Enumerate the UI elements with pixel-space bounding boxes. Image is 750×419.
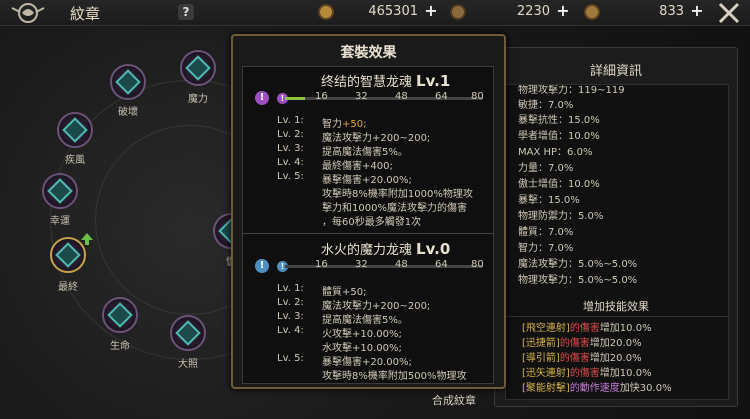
level-effect: 魔法攻擊力+200~200; xyxy=(322,301,431,312)
set-effect-list[interactable]: 终结的智慧龙魂 Lv.1 ! ! 16 32 48 64 80 Lv. 1: 智力… xyxy=(242,66,494,384)
level-effect: 攻擊時8%機率附加1000%物理攻 xyxy=(322,189,473,200)
level-label: Lv. 3: xyxy=(277,311,304,322)
progress-tick: 48 xyxy=(395,259,408,270)
stat-row: 魔法攻擊力：5.0%~5.0% xyxy=(518,259,638,270)
add-gold-button[interactable]: + xyxy=(424,3,438,19)
emblem-label: 生命 xyxy=(110,341,130,352)
skill-effect-row: [迅捷箭]的傷害增加20.0% xyxy=(522,338,642,349)
stat-list[interactable]: 物理攻擊力：119~119 敏捷：7.0% 暴擊抗性：15.0% 學者增值：10… xyxy=(505,84,729,334)
level-label: Lv. 2: xyxy=(277,297,304,308)
emblem-node-break[interactable] xyxy=(110,64,146,100)
gem-coin-icon xyxy=(584,4,600,20)
level-label: Lv. 1: xyxy=(277,283,304,294)
emblem-label: 大照 xyxy=(178,359,198,370)
level-effect: 提高魔法傷害5%。 xyxy=(322,315,408,326)
gem-amount: 833 xyxy=(659,4,684,19)
level-effect: 暴擊傷害+20.00%; xyxy=(322,357,412,368)
set-effect-popup: 套裝效果 终结的智慧龙魂 Lv.1 ! ! 16 32 48 64 80 Lv. … xyxy=(231,34,506,389)
stat-row: 學者增值：10.0% xyxy=(518,131,600,142)
level-label: Lv. 3: xyxy=(277,143,304,154)
gold-amount: 465301 xyxy=(368,4,418,19)
level-label: Lv. 1: xyxy=(277,115,304,126)
progress-tick: 64 xyxy=(435,91,448,102)
skill-effect-row: [導引箭]的傷害增加20.0% xyxy=(522,353,642,364)
level-effect: 最終傷害+400; xyxy=(322,161,393,172)
set-name: 终结的智慧龙魂 Lv.1 xyxy=(321,72,451,90)
progress-tick: 80 xyxy=(471,91,484,102)
detail-panel: 詳細資訊 物理攻擊力：119~119 敏捷：7.0% 暴擊抗性：15.0% 學者… xyxy=(494,47,738,407)
progress-tick: 80 xyxy=(471,259,484,270)
gold-coin-icon xyxy=(318,4,334,20)
stat-row: 敏捷：7.0% xyxy=(518,100,574,111)
level-effect: 火攻擊+10.00%; xyxy=(322,329,402,340)
top-bar: 紋章 ? 465301 + 2230 + 833 + xyxy=(0,0,750,26)
level-effect: 魔法攻擊力+200~200; xyxy=(322,133,431,144)
progress-tick: 16 xyxy=(315,259,328,270)
upgrade-arrow-icon xyxy=(81,233,93,245)
emblem-node-life[interactable] xyxy=(102,297,138,333)
level-effect: 智力+50; xyxy=(322,119,367,130)
set-progress-fill xyxy=(285,97,305,100)
progress-tick: 32 xyxy=(355,259,368,270)
skill-effects-title: 增加技能效果 xyxy=(583,300,649,313)
level-label: Lv. 2: xyxy=(277,129,304,140)
emblem-label: 魔力 xyxy=(188,94,208,105)
emblem-label: 破壞 xyxy=(118,107,138,118)
stat-row: 體質：7.0% xyxy=(518,227,574,238)
level-label: Lv. 5: xyxy=(277,353,304,364)
skill-effect-row: [聚能射擊]的動作速度加快30.0% xyxy=(522,383,672,394)
add-gem-button[interactable]: + xyxy=(690,3,704,19)
emblem-node-magic[interactable] xyxy=(180,50,216,86)
progress-tick: 48 xyxy=(395,91,408,102)
emblem-label: 幸運 xyxy=(50,216,70,227)
stat-row: 物理攻擊力：5.0%~5.0% xyxy=(518,275,638,286)
popup-title: 套裝效果 xyxy=(340,45,397,61)
stat-row: 傲士增值：10.0% xyxy=(518,179,600,190)
help-button[interactable]: ? xyxy=(178,4,194,20)
skill-effect-row: [迅矢連射]的傷害增加10.0% xyxy=(522,368,652,379)
token-icon xyxy=(450,4,466,20)
level-effect: 攻擊時8%機率附加500%物理攻 xyxy=(322,371,467,382)
level-effect: 水攻擊+10.00%; xyxy=(322,343,402,354)
page-title: 紋章 xyxy=(70,5,101,23)
detail-title: 詳細資訊 xyxy=(589,64,642,79)
set-badge-icon: ! xyxy=(255,91,269,105)
add-token-button[interactable]: + xyxy=(556,3,570,19)
stat-row: MAX HP：6.0% xyxy=(518,147,593,158)
emblem-label: 疾風 xyxy=(65,155,85,166)
level-label: Lv. 5: xyxy=(277,171,304,182)
skill-effect-row: [飛空連射]的傷害增加10.0% xyxy=(522,323,652,334)
skill-effects-list[interactable]: [飛空連射]的傷害增加10.0% [迅捷箭]的傷害增加20.0% [導引箭]的傷… xyxy=(505,316,729,400)
stat-row: 力量：7.0% xyxy=(518,163,574,174)
stat-row: 物理防禦力：5.0% xyxy=(518,211,604,222)
compose-emblem-button[interactable]: 合成紋章 xyxy=(432,392,476,408)
stat-row: 智力：7.0% xyxy=(518,243,574,254)
emblem-node-shine[interactable] xyxy=(170,315,206,351)
divider xyxy=(243,233,493,234)
set-badge-icon: ! xyxy=(255,259,269,273)
progress-tick: 64 xyxy=(435,259,448,270)
level-effect: 擊力和1000%魔法攻擊力的傷害 xyxy=(322,203,467,214)
level-effect: 暴擊傷害+20.00%; xyxy=(322,175,412,186)
dragon-emblem-icon xyxy=(11,3,45,23)
stat-row: 暴擊抗性：15.0% xyxy=(518,115,600,126)
emblem-node-wind[interactable] xyxy=(57,112,93,148)
progress-tick: 32 xyxy=(355,91,368,102)
emblem-label: 最終 xyxy=(58,282,78,293)
level-label: Lv. 4: xyxy=(277,325,304,336)
level-label: Lv. 4: xyxy=(277,157,304,168)
token-amount: 2230 xyxy=(516,4,550,19)
set-name: 水火的魔力龙魂 Lv.0 xyxy=(321,240,451,258)
stat-row: 物理攻擊力：119~119 xyxy=(518,85,625,96)
level-effect: 體質+50; xyxy=(322,287,367,298)
emblem-node-luck[interactable] xyxy=(42,173,78,209)
progress-tick: 16 xyxy=(315,91,328,102)
close-icon[interactable] xyxy=(714,0,744,26)
level-effect: ，每60秒最多觸發1次 xyxy=(322,217,422,228)
stat-row: 暴擊：15.0% xyxy=(518,195,580,206)
level-effect: 提高魔法傷害5%。 xyxy=(322,147,408,158)
